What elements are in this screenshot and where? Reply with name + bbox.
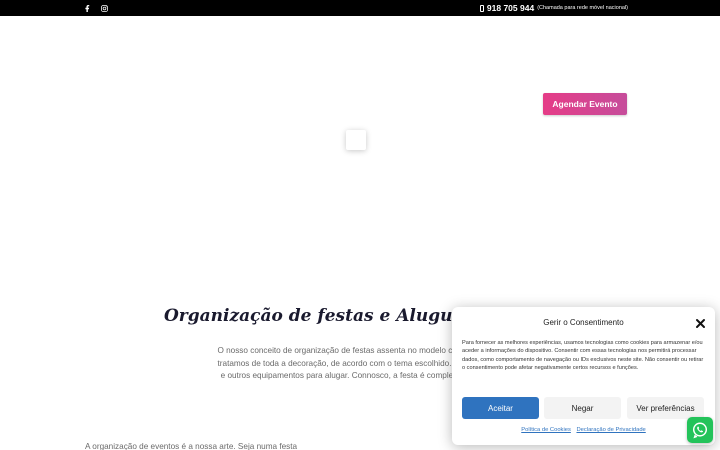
close-icon[interactable] [695, 316, 706, 328]
facebook-icon[interactable] [80, 0, 94, 16]
whatsapp-icon [692, 422, 708, 439]
cookie-dialog-title: Gerir o Consentimento [543, 318, 624, 327]
privacy-statement-link[interactable]: Declaração de Privacidade [576, 427, 645, 433]
mobile-phone-icon [479, 4, 484, 12]
accept-button[interactable]: Aceitar [462, 397, 539, 419]
body-text: A organização de eventos é a nossa arte.… [85, 442, 298, 450]
deny-button[interactable]: Negar [544, 397, 621, 419]
cookie-description: Para fornecer as melhores experiências, … [462, 340, 704, 372]
cookie-policy-link[interactable]: Política de Cookies [521, 427, 571, 433]
top-bar: 918 705 944 (Chamada para rede móvel nac… [0, 0, 720, 16]
cookie-links: Política de Cookies Declaração de Privac… [452, 427, 715, 433]
view-preferences-button[interactable]: Ver preferências [627, 397, 704, 419]
cookie-consent-dialog: Gerir o Consentimento Para fornecer as m… [452, 307, 715, 445]
loading-spinner [346, 130, 366, 150]
phone-contact[interactable]: 918 705 944 (Chamada para rede móvel nac… [479, 1, 628, 15]
schedule-event-button[interactable]: Agendar Evento [543, 93, 627, 115]
phone-number: 918 705 944 [486, 3, 535, 13]
phone-note: (Chamada para rede móvel nacional) [537, 5, 628, 11]
instagram-icon[interactable] [97, 0, 111, 16]
whatsapp-button[interactable] [687, 417, 713, 443]
